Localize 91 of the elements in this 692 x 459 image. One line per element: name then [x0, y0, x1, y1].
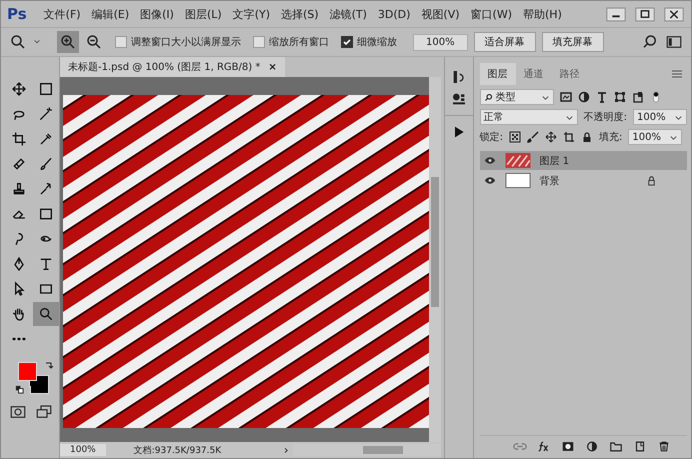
workspace-icon[interactable] [665, 33, 683, 51]
new-layer-icon[interactable] [633, 440, 647, 452]
menu-item[interactable]: 视图(V) [421, 6, 460, 22]
layer-thumbnail [504, 173, 532, 188]
gradient-icon [38, 206, 54, 222]
zoom-in-icon[interactable] [57, 31, 79, 53]
zoom-level-field[interactable]: 100% [60, 444, 106, 456]
lock-pixels-icon[interactable] [509, 131, 521, 143]
artboard-icon[interactable] [563, 131, 575, 143]
document-tab[interactable]: 未标题-1.psd @ 100% (图层 1, RGB/8) * × [60, 57, 285, 77]
menu-item[interactable]: 编辑(E) [92, 6, 130, 22]
layer-row[interactable]: 图层 1 [480, 151, 687, 170]
menu-item[interactable]: 3D(D) [378, 8, 410, 20]
eye-icon[interactable] [484, 176, 496, 185]
checkbox[interactable] [253, 36, 265, 48]
menu-icon[interactable] [671, 69, 683, 79]
checkbox-label: 缩放所有窗口 [269, 36, 329, 49]
eye-icon[interactable] [484, 156, 496, 165]
brush-icon[interactable] [527, 131, 539, 143]
effects-icon[interactable] [537, 440, 551, 452]
swap-colors-icon[interactable] [44, 361, 54, 371]
mask-icon[interactable] [561, 440, 575, 452]
screen-mode-icon[interactable] [35, 403, 53, 421]
lock-label: 锁定: [480, 130, 503, 144]
adjustment-filter-icon[interactable] [578, 91, 590, 103]
zoom-out-icon[interactable] [85, 33, 103, 51]
minimize-icon[interactable] [605, 6, 627, 22]
folder-icon[interactable] [609, 440, 623, 452]
checkbox[interactable] [115, 36, 127, 48]
menu-item[interactable]: 选择(S) [281, 6, 319, 22]
more-icon [12, 337, 26, 341]
document-size-text: 文档:937.5K/937.5K [134, 444, 222, 456]
menu-item[interactable]: 帮助(H) [523, 6, 562, 22]
search-icon [484, 92, 493, 102]
crop-tool-icon [11, 131, 27, 147]
close-icon[interactable] [663, 6, 685, 22]
checkbox-label: 调整窗口大小以满屏显示 [131, 36, 241, 49]
properties-panel-icon[interactable] [450, 91, 467, 107]
foreground-color-swatch[interactable] [18, 362, 37, 381]
type-filter-icon[interactable] [596, 91, 608, 103]
tool-button[interactable] [33, 302, 59, 326]
bandage-icon [11, 156, 27, 172]
stamp-icon [11, 181, 27, 197]
trash-icon[interactable] [657, 440, 671, 452]
menu-item[interactable]: 图像(I) [140, 6, 174, 22]
checkbox-label: 细微缩放 [357, 36, 397, 49]
layer-row[interactable]: 背景 [480, 171, 687, 190]
blend-mode-dropdown[interactable]: 正常 [480, 109, 578, 125]
opacity-field[interactable]: 100% [633, 109, 687, 125]
magic-wand-icon [38, 106, 54, 122]
option-button[interactable]: 适合屏幕 [474, 32, 536, 52]
zoom-value-field[interactable]: 100% [413, 34, 468, 50]
menu-item[interactable]: 图层(L) [184, 6, 222, 22]
move-icon[interactable] [545, 131, 557, 143]
quick-mask-icon[interactable] [9, 403, 27, 421]
zoom-icon [38, 306, 54, 322]
panel-tab[interactable]: 路径 [552, 63, 588, 85]
caret-icon[interactable] [33, 38, 41, 46]
brush-icon [38, 156, 54, 172]
type-tool-icon [38, 256, 54, 272]
shape-filter-icon[interactable] [614, 91, 626, 103]
opacity-label: 不透明度: [584, 110, 627, 124]
layer-name: 背景 [540, 174, 560, 188]
layer-name: 图层 1 [540, 154, 570, 168]
panel-tab[interactable]: 通道 [516, 63, 552, 85]
checkbox[interactable] [341, 36, 353, 48]
move-tool-icon [11, 81, 27, 97]
filter-dropdown[interactable]: 类型 [480, 89, 554, 105]
maximize-icon[interactable] [634, 6, 656, 22]
adjustment-layer-icon[interactable] [585, 440, 599, 452]
pen-icon [11, 256, 27, 272]
fill-label: 填充: [599, 130, 622, 144]
smart-object-filter-icon[interactable] [632, 91, 644, 103]
marquee-tool-icon [38, 81, 54, 97]
eyedropper-icon [38, 131, 54, 147]
app-logo: Ps [7, 5, 27, 23]
fill-field[interactable]: 100% [628, 129, 682, 145]
default-colors-icon[interactable] [15, 385, 24, 394]
layer-thumbnail [504, 153, 532, 168]
image-filter-icon[interactable] [560, 91, 572, 103]
panel-tab[interactable]: 图层 [480, 63, 516, 85]
scrollbar-thumb[interactable] [431, 177, 439, 307]
menu-item[interactable]: 滤镜(T) [330, 6, 367, 22]
menu-item[interactable]: 文件(F) [44, 6, 81, 22]
menu-item[interactable]: 窗口(W) [470, 6, 512, 22]
zoom-tool-icon[interactable] [9, 33, 27, 51]
scrollbar-thumb[interactable] [362, 446, 403, 454]
menu-item[interactable]: 文字(Y) [232, 6, 270, 22]
lock-icon[interactable] [581, 131, 593, 143]
status-menu-arrow[interactable]: › [284, 443, 289, 457]
option-button[interactable]: 填充屏幕 [542, 32, 604, 52]
